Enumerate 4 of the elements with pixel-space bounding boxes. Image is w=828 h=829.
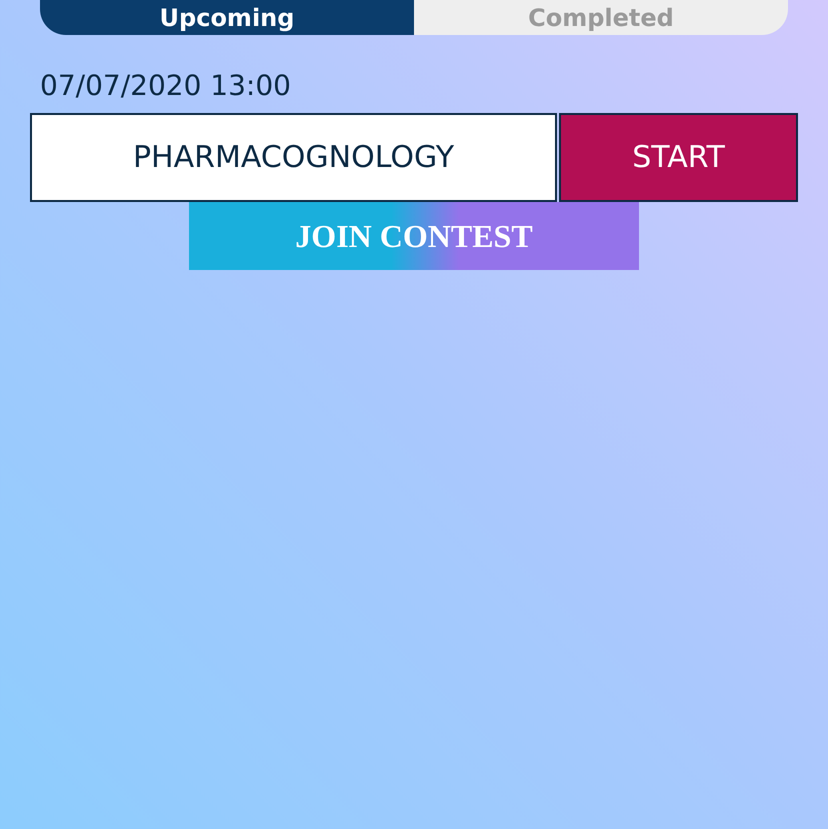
start-button[interactable]: START: [559, 113, 798, 202]
tab[interactable]: Upcoming: [40, 0, 414, 35]
subject-box: PHARMACOGNOLOGY: [30, 113, 557, 202]
contest-datetime: 07/07/2020 13:00: [40, 68, 292, 104]
